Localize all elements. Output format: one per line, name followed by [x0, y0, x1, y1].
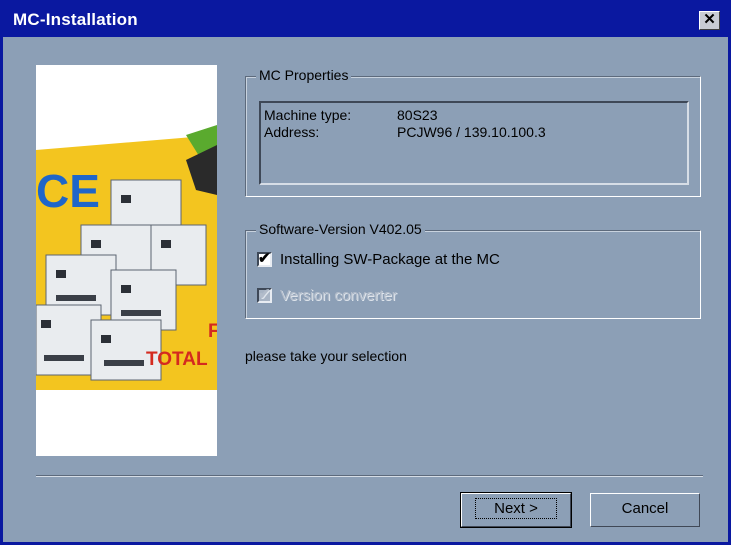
machine-type-label: Machine type:: [264, 107, 352, 123]
version-converter-checkbox-row: ✔ Version converter: [257, 286, 397, 304]
address-label: Address:: [264, 124, 320, 140]
banner-text-ce: CE: [36, 165, 100, 217]
version-converter-checkbox: ✔: [257, 286, 272, 303]
banner-text-f: F: [208, 321, 217, 342]
install-package-checkbox-row[interactable]: ✔ Installing SW-Package at the MC: [257, 250, 500, 268]
address-value: PCJW96 / 139.10.100.3: [397, 124, 546, 140]
address-row: Address: PCJW96 / 139.10.100.3: [264, 124, 546, 140]
check-mark-icon: ✔: [258, 250, 271, 267]
machine-type-value: 80S23: [397, 107, 438, 123]
install-package-label: Installing SW-Package at the MC: [280, 251, 500, 268]
banner-text-total: TOTAL: [146, 349, 208, 370]
modules-illustration: CE TOTAL F: [36, 65, 217, 456]
software-version-group: Software-Version V402.05 ✔ Installing SW…: [245, 221, 701, 319]
next-button-label: Next >: [475, 498, 557, 519]
installation-dialog: MC-Installation ✕ CE TOTAL F MC Properti…: [0, 0, 731, 545]
check-mark-icon: ✔: [258, 286, 271, 303]
close-button[interactable]: ✕: [699, 11, 720, 30]
mc-properties-box: Machine type: 80S23 Address: PCJW96 / 139.…: [259, 101, 689, 185]
mc-properties-group: MC Properties Machine type: 80S23 Address…: [245, 67, 701, 197]
selection-hint: please take your selection: [245, 348, 407, 364]
title-bar[interactable]: MC-Installation ✕: [3, 3, 728, 37]
software-version-label: Software-Version V402.05: [256, 221, 425, 237]
install-package-checkbox[interactable]: ✔: [257, 250, 272, 267]
cancel-button[interactable]: Cancel: [590, 493, 700, 527]
version-converter-label: Version converter: [280, 287, 397, 304]
dialog-client: CE TOTAL F MC Properties Machine type: 80…: [3, 37, 728, 542]
machine-type-row: Machine type: 80S23: [264, 107, 437, 123]
product-banner-image: CE TOTAL F: [36, 65, 217, 456]
mc-properties-label: MC Properties: [256, 67, 352, 83]
footer-divider: [36, 475, 703, 477]
window-title: MC-Installation: [13, 10, 138, 29]
next-button[interactable]: Next >: [460, 492, 572, 528]
